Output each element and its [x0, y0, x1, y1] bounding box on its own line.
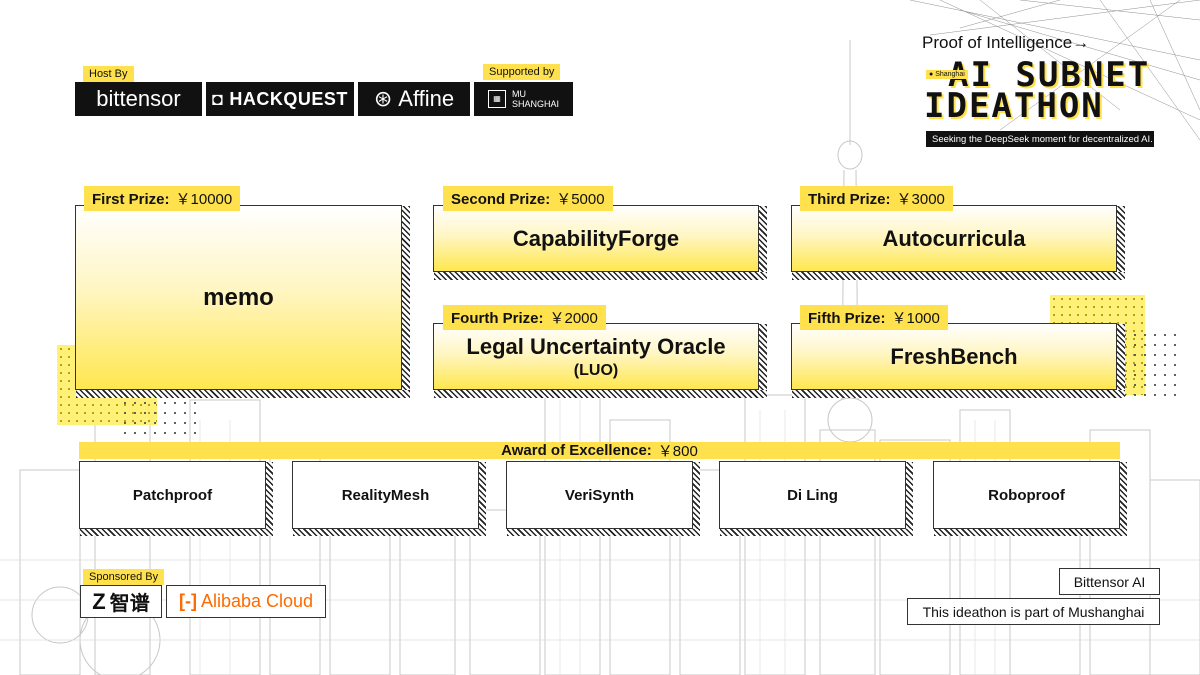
event-title: Proof of Intelligence→	[922, 33, 1089, 53]
fifth-prize-title: Fifth Prize:	[808, 310, 886, 327]
excellence-card: RealityMesh	[292, 461, 486, 536]
bittensor-logo: bittensor	[75, 82, 202, 116]
first-prize-card: memo	[75, 205, 410, 398]
first-prize-title: First Prize:	[92, 191, 170, 208]
third-prize-winner: Autocurricula	[882, 225, 1026, 251]
hackquest-logo-text: HACKQUEST	[229, 88, 348, 109]
fourth-prize-title: Fourth Prize:	[451, 310, 544, 327]
affine-logo-text: Affine	[398, 86, 455, 111]
sponsored-by-tag: Sponsored By	[83, 569, 165, 585]
excellence-winner: Patchproof	[132, 486, 213, 504]
banner-line2: IDEATHON	[924, 86, 1104, 126]
second-prize-card: CapabilityForge	[433, 205, 767, 280]
fourth-prize-winner: Legal Uncertainty Oracle	[466, 333, 726, 359]
proof-of-intelligence: Proof of Intelligence→	[922, 33, 1090, 52]
fifth-prize-label: Fifth Prize: ￥1000	[800, 305, 948, 330]
affine-logo: ⊛ Affine	[358, 82, 470, 116]
zhipu-logo-text: 智谱	[109, 593, 150, 615]
location-text: Shanghai	[935, 71, 965, 78]
alibaba-bracket-icon: [-]	[178, 591, 197, 611]
excellence-card: Roboproof	[933, 461, 1127, 536]
first-prize-amount: ￥10000	[175, 191, 233, 208]
excellence-award-bar: Award of Excellence: ￥800	[79, 442, 1120, 460]
mu-shanghai-logo: ▦ MU SHANGHAI	[474, 82, 573, 116]
excellence-winner: VeriSynth	[564, 486, 635, 504]
fifth-prize-winner: FreshBench	[890, 343, 1018, 369]
first-prize-winner: memo	[203, 283, 274, 311]
excellence-winner: Roboproof	[988, 486, 1065, 504]
fifth-prize-amount: ￥1000	[891, 310, 940, 327]
event-tagline: Seeking the DeepSeek moment for decentra…	[926, 131, 1154, 147]
fourth-prize-label: Fourth Prize: ￥2000	[443, 305, 606, 330]
third-prize-label: Third Prize: ￥3000	[800, 186, 953, 211]
mushanghai-note: This ideathon is part of Mushanghai	[907, 598, 1160, 625]
alibaba-logo-text: Alibaba Cloud	[200, 591, 314, 611]
location-tag: ● Shanghai	[926, 70, 968, 79]
excellence-card: Patchproof	[79, 461, 273, 536]
excellence-card: Di Ling	[719, 461, 913, 536]
second-prize-title: Second Prize:	[451, 191, 551, 208]
dot-pattern-left-grey	[120, 398, 200, 448]
third-prize-title: Third Prize:	[808, 191, 891, 208]
mu-logo-line2: SHANGHAI	[511, 99, 559, 109]
third-prize-amount: ￥3000	[896, 191, 945, 208]
mu-shanghai-icon: ▦	[487, 90, 506, 108]
zhipu-logo: Z 智谱	[80, 585, 162, 618]
second-prize-label: Second Prize: ￥5000	[443, 186, 613, 211]
mu-logo-line1: MU	[511, 89, 526, 99]
supported-by-tag: Supported by	[483, 64, 561, 80]
excellence-winner: Di Ling	[787, 486, 838, 504]
hackquest-logo: ◘ HACKQUEST	[206, 82, 354, 116]
account-handle: Bittensor AI	[1059, 568, 1160, 595]
fourth-prize-amount: ￥2000	[549, 310, 598, 327]
hackquest-q-icon: ◘	[212, 88, 224, 109]
location-pin-icon: ●	[929, 71, 934, 78]
affine-triangle-icon: ⊛	[373, 86, 393, 111]
alibaba-cloud-logo: [-] Alibaba Cloud	[166, 585, 326, 618]
fourth-prize-card: Legal Uncertainty Oracle (LUO)	[433, 323, 767, 398]
second-prize-winner: CapabilityForge	[512, 225, 680, 251]
first-prize-label: First Prize: ￥10000	[84, 186, 241, 211]
bittensor-logo-text: bittensor	[96, 86, 181, 111]
excellence-winner: RealityMesh	[341, 486, 430, 504]
zhipu-z-icon: Z	[92, 588, 106, 614]
third-prize-card: Autocurricula	[791, 205, 1125, 280]
host-by-tag: Host By	[83, 66, 134, 82]
fifth-prize-card: FreshBench	[791, 323, 1125, 398]
excellence-card: VeriSynth	[506, 461, 700, 536]
excellence-amount: ￥800	[657, 443, 698, 460]
excellence-title: Award of Excellence:	[501, 442, 652, 459]
fourth-prize-winner-sub: (LUO)	[573, 361, 619, 379]
second-prize-amount: ￥5000	[556, 191, 605, 208]
